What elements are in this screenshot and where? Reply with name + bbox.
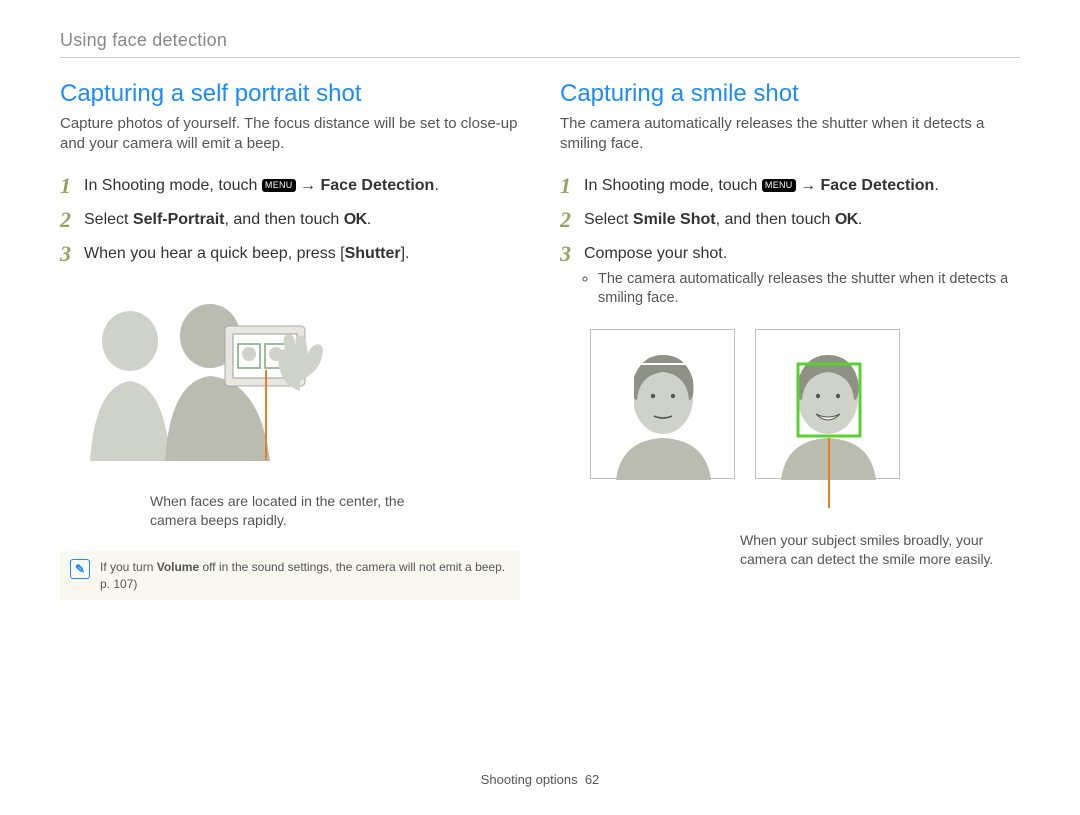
note-icon: ✎ <box>70 559 90 579</box>
callout-line <box>828 438 830 508</box>
step-2: Select Self-Portrait, and then touch OK. <box>60 203 520 237</box>
heading-self-portrait: Capturing a self portrait shot <box>60 80 520 108</box>
ok-icon: OK <box>835 211 858 228</box>
step-1: In Shooting mode, touch MENU → Face Dete… <box>560 169 1020 203</box>
note-box: ✎ If you turn Volume off in the sound se… <box>60 551 520 599</box>
caption-self-portrait: When faces are located in the center, th… <box>150 492 410 530</box>
column-self-portrait: Capturing a self portrait shot Capture p… <box>60 80 520 600</box>
footer-page-number: 62 <box>585 772 599 787</box>
smile-frame-neutral <box>590 329 735 479</box>
step-2: Select Smile Shot, and then touch OK. <box>560 203 1020 237</box>
selfie-illustration-svg <box>60 286 340 461</box>
page-footer: Shooting options 62 <box>0 772 1080 787</box>
illustration-self-portrait <box>60 286 520 486</box>
caption-smile: When your subject smiles broadly, your c… <box>740 531 1020 569</box>
note-text: If you turn Volume off in the sound sett… <box>100 559 510 591</box>
breadcrumb: Using face detection <box>60 30 1020 51</box>
callout-line <box>265 370 267 460</box>
steps-smile-shot: In Shooting mode, touch MENU → Face Dete… <box>560 169 1020 315</box>
menu-icon: MENU <box>762 179 796 192</box>
intro-smile-shot: The camera automatically releases the sh… <box>560 114 1020 155</box>
heading-smile-shot: Capturing a smile shot <box>560 80 1020 108</box>
step-1: In Shooting mode, touch MENU → Face Dete… <box>60 169 520 203</box>
column-smile-shot: Capturing a smile shot The camera automa… <box>560 80 1020 600</box>
divider <box>60 57 1020 58</box>
steps-self-portrait: In Shooting mode, touch MENU → Face Dete… <box>60 169 520 272</box>
step-3-sub: The camera automatically releases the sh… <box>586 270 1020 309</box>
step-3: Compose your shot. The camera automatica… <box>560 237 1020 315</box>
intro-self-portrait: Capture photos of yourself. The focus di… <box>60 114 520 155</box>
ok-icon: OK <box>344 211 367 228</box>
footer-section: Shooting options <box>481 772 578 787</box>
step-3: When you hear a quick beep, press [Shutt… <box>60 237 520 271</box>
menu-icon: MENU <box>262 179 296 192</box>
illustration-smile <box>560 329 1020 499</box>
smile-frame-smiling <box>755 329 900 479</box>
